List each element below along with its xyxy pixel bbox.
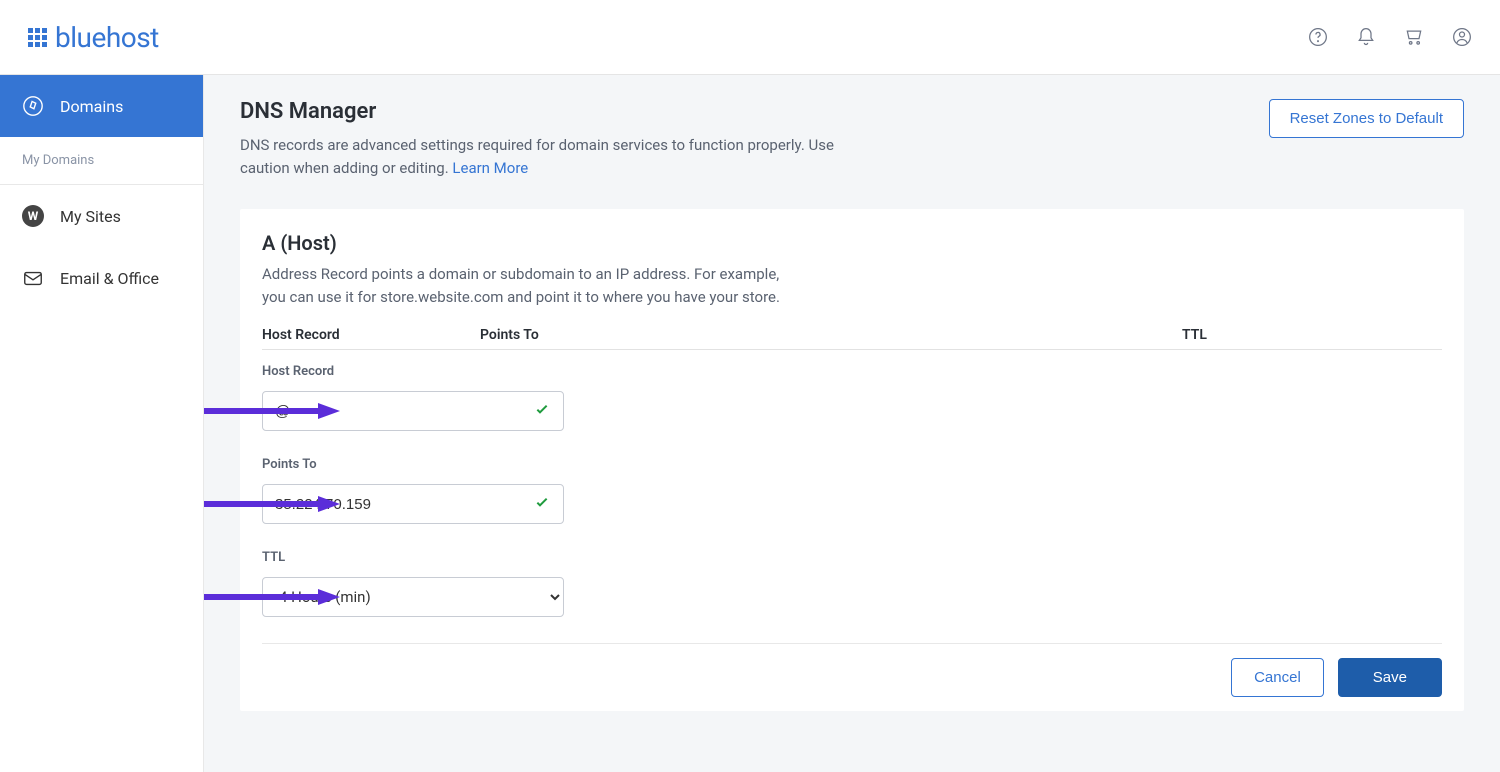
main-content: DNS Manager DNS records are advanced set… xyxy=(204,75,1500,772)
page-description: DNS records are advanced settings requir… xyxy=(240,134,840,181)
save-button[interactable]: Save xyxy=(1338,658,1442,697)
host-record-input[interactable] xyxy=(262,391,564,431)
sidebar-item-label: Domains xyxy=(60,97,123,116)
cart-icon[interactable] xyxy=(1404,27,1424,47)
sidebar-item-label: Email & Office xyxy=(60,269,159,288)
ttl-label: TTL xyxy=(262,550,1442,565)
cancel-button[interactable]: Cancel xyxy=(1231,658,1324,697)
sidebar-item-label: My Sites xyxy=(60,207,121,226)
card-description: Address Record points a domain or subdom… xyxy=(262,263,802,310)
card-actions: Cancel Save xyxy=(262,643,1442,697)
column-host-record: Host Record xyxy=(262,327,480,343)
points-to-label: Points To xyxy=(262,457,1442,472)
wordpress-icon: W xyxy=(22,205,44,227)
user-icon[interactable] xyxy=(1452,27,1472,47)
help-icon[interactable] xyxy=(1308,27,1328,47)
sidebar-sub-my-domains[interactable]: My Domains xyxy=(0,137,203,185)
brand-name: bluehost xyxy=(55,21,159,54)
column-ttl: TTL xyxy=(1182,327,1442,343)
column-points-to: Points To xyxy=(480,327,1182,343)
ttl-select[interactable]: 4 Hours (min) xyxy=(262,577,564,617)
brand-logo[interactable]: bluehost xyxy=(28,21,159,54)
column-headers-row: Host Record Points To TTL xyxy=(262,327,1442,350)
sidebar-item-email-office[interactable]: Email & Office xyxy=(0,247,203,309)
page-title: DNS Manager xyxy=(240,99,840,124)
points-to-input[interactable] xyxy=(262,484,564,524)
a-host-card: A (Host) Address Record points a domain … xyxy=(240,209,1464,712)
card-title: A (Host) xyxy=(262,231,1442,255)
app-header: bluehost xyxy=(0,0,1500,75)
host-record-label: Host Record xyxy=(262,364,1442,379)
bell-icon[interactable] xyxy=(1356,27,1376,47)
sidebar-item-my-sites[interactable]: W My Sites xyxy=(0,185,203,247)
mail-icon xyxy=(22,267,44,289)
sidebar: Domains My Domains W My Sites Email & Of… xyxy=(0,75,204,772)
sidebar-item-domains[interactable]: Domains xyxy=(0,75,203,137)
logo-grid-icon xyxy=(28,28,47,47)
reset-zones-button[interactable]: Reset Zones to Default xyxy=(1269,99,1464,138)
compass-icon xyxy=(22,95,44,117)
header-actions xyxy=(1308,27,1472,47)
learn-more-link[interactable]: Learn More xyxy=(452,159,528,177)
